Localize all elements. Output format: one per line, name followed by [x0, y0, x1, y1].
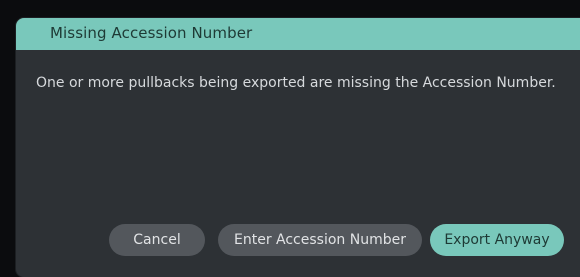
enter-accession-number-button[interactable]: Enter Accession Number: [218, 224, 422, 256]
missing-accession-dialog: Missing Accession Number One or more pul…: [16, 18, 580, 277]
cancel-button[interactable]: Cancel: [109, 224, 205, 256]
export-anyway-button[interactable]: Export Anyway: [430, 224, 564, 256]
dialog-title: Missing Accession Number: [50, 24, 253, 42]
dialog-message: One or more pullbacks being exported are…: [36, 75, 556, 91]
dialog-header: Missing Accession Number: [16, 18, 580, 50]
